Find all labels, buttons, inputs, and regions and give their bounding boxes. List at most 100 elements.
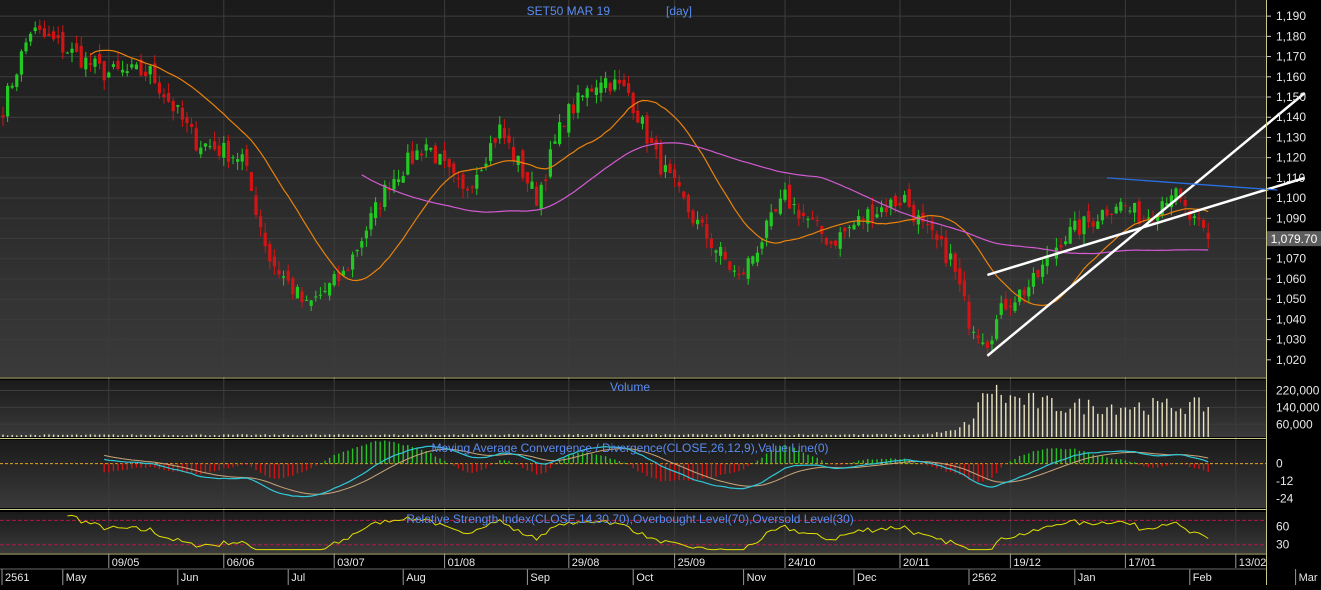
candle-body [433,145,437,164]
candle-body [1137,201,1141,225]
x-date-label: 24/10 [788,557,816,569]
candle-body [111,64,115,67]
candle-body [489,143,493,161]
candle-body [498,124,502,139]
candle-body [502,128,506,139]
candle-body [263,232,267,247]
candle-body [185,117,189,124]
candle-body [631,92,635,114]
candle-body [1146,217,1150,219]
price-tick-label: 1,170 [1276,50,1306,64]
candle-body [222,142,226,158]
candle-body [1183,200,1187,206]
candle-body [995,319,999,339]
last-price-label: 1,079.70 [1271,232,1318,246]
stock-chart[interactable]: SET50 MAR 19 [day] Volume Moving Average… [0,0,1321,585]
candle-body [282,276,286,278]
candle-body [691,210,695,224]
candle-body [461,174,465,189]
price-tick-label: 1,020 [1276,353,1306,367]
candle-body [364,230,368,239]
candle-body [346,270,350,272]
candle-body [732,270,736,272]
candle-body [406,152,410,175]
candle-body [88,62,92,65]
candle-body [332,274,336,286]
candle-body [516,155,520,165]
candle-body [700,219,704,223]
macd-tick-label: 0 [1276,457,1283,471]
candle-body [79,45,83,68]
candle-body [190,123,194,127]
price-tick-label: 1,130 [1276,130,1306,144]
candle-body [479,170,483,172]
candle-body [1123,205,1127,207]
chart-interval: [day] [666,4,692,18]
candle-body [636,110,640,123]
candle-body [424,144,428,151]
price-tick-label: 1,100 [1276,191,1306,205]
candle-body [309,300,313,306]
candle-body [571,104,575,114]
candle-body [29,33,33,42]
rsi-tick-label: 60 [1276,519,1290,533]
x-month-label: Nov [747,572,767,584]
candle-body [935,234,939,240]
candle-body [125,71,129,74]
candle [433,142,437,164]
chart-canvas[interactable]: SET50 MAR 19 [day] Volume Moving Average… [0,0,1321,585]
candle-body [576,92,580,113]
x-date-label: 20/11 [903,557,930,569]
candle-body [1128,210,1132,212]
candle-body [84,57,88,70]
candle-body [709,238,713,248]
candle-body [1013,302,1017,311]
candle-body [295,286,299,299]
candle-body [167,92,171,102]
candle [438,153,442,166]
candle [249,171,253,192]
candle-body [1068,226,1072,244]
candle-body [369,213,373,230]
candle-body [737,274,741,276]
candle-body [1082,216,1086,235]
candle-body [604,78,608,89]
candle-body [456,178,460,180]
candle-body [539,184,543,209]
candle-body [157,82,161,94]
candle-body [70,48,74,53]
candle-body [277,270,281,275]
candle-body [682,191,686,198]
candle-body [134,64,138,70]
x-month-label: Jun [181,572,199,584]
candle-body [33,27,37,32]
candle-body [42,28,46,37]
candle-body [769,212,773,227]
candle-body [24,42,28,52]
candle-body [392,178,396,190]
x-month-label: Dec [857,572,877,584]
candle-body [475,174,479,189]
candle-body [654,139,658,150]
candle-body [893,195,897,207]
candle-body [746,258,750,279]
candle-body [300,291,304,303]
candle-body [949,253,953,260]
candle-body [438,153,442,165]
candle-body [318,294,322,296]
candle-body [640,116,644,124]
candle-body [797,209,801,219]
candle-body [824,238,828,245]
candle-body [236,159,240,162]
price-tick-label: 1,150 [1276,90,1306,104]
candle-body [1027,287,1031,297]
candle-body [677,182,681,187]
candle-body [829,241,833,244]
candle-body [470,186,474,188]
candle-body [525,172,529,184]
candle-body [107,72,111,78]
candle-body [981,342,985,344]
candle-body [1041,264,1045,277]
candle-body [617,79,621,84]
candle-body [884,207,888,213]
